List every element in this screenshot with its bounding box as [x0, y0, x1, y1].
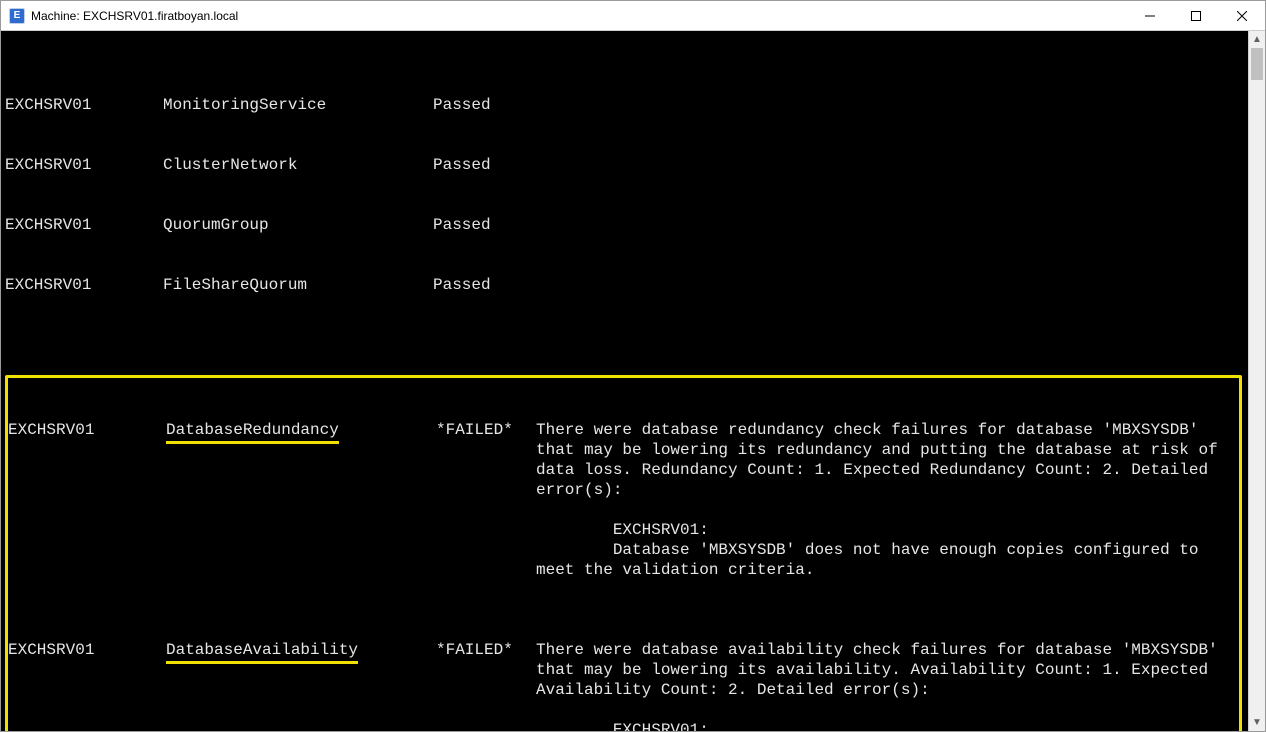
cell-server: EXCHSRV01: [5, 215, 163, 235]
terminal-output[interactable]: EXCHSRV01 MonitoringService Passed EXCHS…: [1, 31, 1248, 731]
cell-check: DatabaseAvailability: [166, 640, 436, 731]
table-row: EXCHSRV01 QuorumGroup Passed: [5, 215, 1248, 235]
cell-result: Passed: [433, 155, 533, 175]
table-row: EXCHSRV01 MonitoringService Passed: [5, 95, 1248, 115]
window-title: Machine: EXCHSRV01.firatboyan.local: [31, 9, 238, 23]
cell-check: QuorumGroup: [163, 215, 433, 235]
titlebar[interactable]: Machine: EXCHSRV01.firatboyan.local: [1, 1, 1265, 31]
table-row: EXCHSRV01 FileShareQuorum Passed: [5, 275, 1248, 295]
cell-server: EXCHSRV01: [8, 420, 166, 600]
scroll-track[interactable]: [1249, 48, 1265, 714]
scroll-down-icon[interactable]: ▼: [1249, 714, 1265, 731]
cell-server: EXCHSRV01: [5, 155, 163, 175]
table-row: EXCHSRV01 ClusterNetwork Passed: [5, 155, 1248, 175]
cell-error: There were database redundancy check fai…: [536, 420, 1239, 600]
scroll-thumb[interactable]: [1251, 48, 1263, 80]
underlined-check: DatabaseRedundancy: [166, 420, 339, 444]
cell-result: *FAILED*: [436, 640, 536, 731]
cell-result: Passed: [433, 215, 533, 235]
minimize-button[interactable]: [1127, 1, 1173, 31]
cell-check: MonitoringService: [163, 95, 433, 115]
cell-server: EXCHSRV01: [5, 275, 163, 295]
terminal-client: EXCHSRV01 MonitoringService Passed EXCHS…: [1, 31, 1265, 731]
cell-check: FileShareQuorum: [163, 275, 433, 295]
close-button[interactable]: [1219, 1, 1265, 31]
cell-error: There were database availability check f…: [536, 640, 1239, 731]
cell-result: Passed: [433, 95, 533, 115]
app-icon: [9, 8, 25, 24]
highlighted-failures: EXCHSRV01 DatabaseRedundancy *FAILED* Th…: [5, 375, 1242, 731]
underlined-check: DatabaseAvailability: [166, 640, 358, 664]
cell-check: DatabaseRedundancy: [166, 420, 436, 600]
cell-result: *FAILED*: [436, 420, 536, 600]
table-row: EXCHSRV01 DatabaseRedundancy *FAILED* Th…: [8, 420, 1239, 600]
table-row: EXCHSRV01 DatabaseAvailability *FAILED* …: [8, 640, 1239, 731]
vertical-scrollbar[interactable]: ▲ ▼: [1248, 31, 1265, 731]
scroll-up-icon[interactable]: ▲: [1249, 31, 1265, 48]
maximize-button[interactable]: [1173, 1, 1219, 31]
cell-server: EXCHSRV01: [8, 640, 166, 731]
cell-server: EXCHSRV01: [5, 95, 163, 115]
cell-check: ClusterNetwork: [163, 155, 433, 175]
app-window: Machine: EXCHSRV01.firatboyan.local EXCH…: [0, 0, 1266, 732]
cell-result: Passed: [433, 275, 533, 295]
